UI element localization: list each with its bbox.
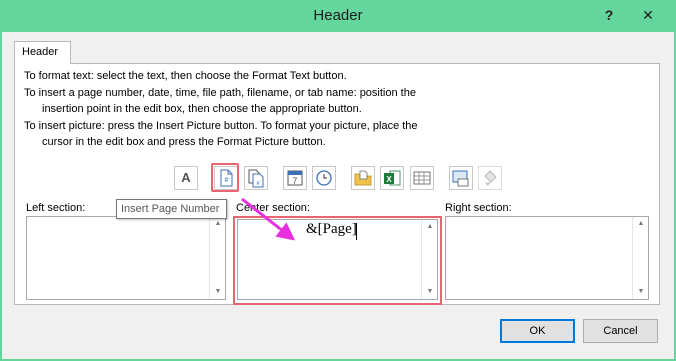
annotation-arrow bbox=[241, 197, 296, 241]
